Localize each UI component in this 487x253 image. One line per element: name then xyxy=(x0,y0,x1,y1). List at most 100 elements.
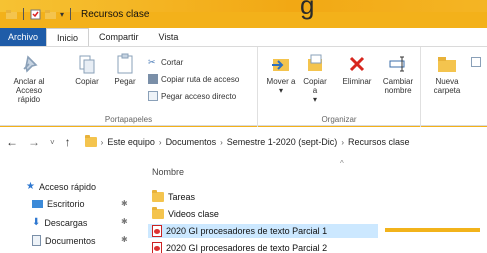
star-icon: ★ xyxy=(26,181,35,192)
move-to-button[interactable]: Mover a ▾ xyxy=(266,53,296,95)
sidebar-item-quick-access[interactable]: ★ Acceso rápido xyxy=(26,181,96,192)
chevron-down-icon: ▾ xyxy=(278,86,283,95)
sidebar-item-label: Descargas xyxy=(44,217,88,228)
cut-label: Cortar xyxy=(161,57,184,67)
new-folder-button[interactable]: Nueva carpeta xyxy=(429,53,465,95)
address-bar: ← → ˅ ↑ › Este equipo › Documentos › Sem… xyxy=(0,127,487,157)
copy-path-button[interactable]: Copiar ruta de acceso xyxy=(148,74,239,84)
paste-shortcut-button[interactable]: Pegar acceso directo xyxy=(148,91,236,101)
breadcrumb-item[interactable]: Recursos clase xyxy=(348,137,410,147)
file-explorer-window: ▾ Recursos clase Archivo Inicio Comparti… xyxy=(0,0,487,253)
quick-access-toolbar: ▾ Recursos clase xyxy=(6,8,149,20)
list-item[interactable]: Videos clase xyxy=(152,207,219,221)
new-folder-icon xyxy=(438,57,456,72)
desktop-icon xyxy=(32,200,43,208)
sidebar-item-label: Documentos xyxy=(45,235,96,246)
ribbon-tabs: Archivo Inicio Compartir Vista xyxy=(0,28,487,46)
new-item-icon xyxy=(471,57,481,67)
title-bar: ▾ Recursos clase xyxy=(0,0,487,28)
rename-icon xyxy=(389,56,405,72)
window-title: Recursos clase xyxy=(81,8,150,20)
breadcrumb[interactable]: › Este equipo › Documentos › Semestre 1-… xyxy=(84,135,410,147)
rename-label: Cambiar nombre xyxy=(382,77,414,95)
chevron-down-icon: ▾ xyxy=(312,95,317,104)
folder-icon xyxy=(84,135,97,147)
move-to-label: Mover a xyxy=(266,77,296,86)
breadcrumb-item[interactable]: Documentos xyxy=(166,137,217,147)
item-name: 2020 GI procesadores de texto Parcial 2 xyxy=(166,243,328,253)
organize-group: Mover a ▾ Copiar a ▾ Eliminar Cambiar no… xyxy=(258,47,421,127)
column-header-name[interactable]: Nombre xyxy=(152,167,184,177)
copy-path-icon xyxy=(148,74,158,84)
item-name: Videos clase xyxy=(168,209,219,219)
breadcrumb-item[interactable]: Este equipo xyxy=(107,137,155,147)
delete-label: Eliminar xyxy=(342,77,372,86)
pin-quick-access-label: Anclar al Acceso rápido xyxy=(13,77,45,104)
new-folder-label: Nueva carpeta xyxy=(433,77,461,95)
list-item[interactable]: 2020 GI procesadores de texto Parcial 2 xyxy=(152,241,327,253)
copy-to-icon xyxy=(308,54,322,71)
sidebar-item-label: Escritorio xyxy=(47,199,85,209)
new-folder-icon[interactable] xyxy=(45,9,56,20)
pdf-icon xyxy=(152,242,162,253)
paste-icon xyxy=(117,53,133,74)
forward-arrow-icon[interactable]: → xyxy=(28,135,40,149)
pin-icon: ✱ xyxy=(121,199,128,208)
clipboard-group-label: Portapapeles xyxy=(104,115,153,124)
download-icon: ⬇ xyxy=(32,217,41,228)
list-item[interactable]: Tareas xyxy=(152,190,195,204)
chevron-right-icon: › xyxy=(220,137,223,147)
tab-archivo[interactable]: Archivo xyxy=(0,28,47,46)
recent-locations-icon[interactable]: ˅ xyxy=(50,138,55,147)
sidebar-item-descargas[interactable]: ⬇ Descargas xyxy=(32,217,87,228)
pin-icon: ✱ xyxy=(121,235,128,244)
tab-vista[interactable]: Vista xyxy=(149,28,189,46)
organize-group-label: Organizar xyxy=(321,115,357,124)
delete-icon xyxy=(349,56,365,72)
copy-button[interactable]: Copiar xyxy=(70,53,104,86)
annotation-highlight-bar xyxy=(385,228,480,232)
folder-icon xyxy=(6,9,17,20)
new-item-button[interactable] xyxy=(471,57,481,67)
cut-button[interactable]: ✂ Cortar xyxy=(148,57,183,67)
chevron-right-icon: › xyxy=(341,137,344,147)
copy-path-label: Copiar ruta de acceso xyxy=(161,74,240,84)
chevron-right-icon: › xyxy=(158,137,162,147)
separator xyxy=(23,8,24,20)
customize-dropdown-icon[interactable]: ▾ xyxy=(60,10,64,19)
paste-label: Pegar xyxy=(114,77,136,86)
tab-compartir[interactable]: Compartir xyxy=(89,28,149,46)
sidebar-item-documentos[interactable]: Documentos xyxy=(32,235,96,246)
scissors-icon: ✂ xyxy=(148,57,156,67)
pin-quick-access-button[interactable]: Anclar al Acceso rápido xyxy=(4,53,54,104)
pin-icon xyxy=(23,55,38,73)
item-name: Tareas xyxy=(168,192,196,202)
tab-inicio[interactable]: Inicio xyxy=(46,28,90,46)
folder-icon xyxy=(152,190,164,202)
file-list: ^ Nombre Tareas Videos clase 2020 GI pro… xyxy=(140,157,487,253)
move-to-icon xyxy=(272,59,289,71)
breadcrumb-item[interactable]: Semestre 1-2020 (sept-Dic) xyxy=(227,137,338,147)
paste-button[interactable]: Pegar xyxy=(108,53,142,86)
copy-to-label: Copiar a xyxy=(303,77,327,95)
copy-icon xyxy=(79,55,95,74)
up-arrow-icon[interactable]: ↑ xyxy=(65,135,71,149)
chevron-right-icon: › xyxy=(100,137,104,147)
folder-icon xyxy=(152,207,164,219)
sidebar-item-escritorio[interactable]: Escritorio xyxy=(32,199,85,209)
sidebar-item-label: Acceso rápido xyxy=(38,181,97,192)
paste-shortcut-icon xyxy=(148,91,158,101)
separator xyxy=(70,8,72,20)
back-arrow-icon[interactable]: ← xyxy=(6,135,18,149)
paste-shortcut-label: Pegar acceso directo xyxy=(161,91,237,101)
navigation-pane: ★ Acceso rápido Escritorio ✱ ⬇ Descargas… xyxy=(0,157,140,253)
copy-label: Copiar xyxy=(75,77,99,86)
delete-button[interactable]: Eliminar xyxy=(338,53,376,86)
new-group: Nueva carpeta xyxy=(421,47,487,127)
properties-icon[interactable] xyxy=(30,9,41,20)
ribbon: Anclar al Acceso rápido Copiar Pegar ✂ C… xyxy=(0,46,487,127)
rename-button[interactable]: Cambiar nombre xyxy=(378,53,418,95)
clipboard-group: Anclar al Acceso rápido Copiar Pegar ✂ C… xyxy=(0,47,258,127)
list-item-selected[interactable]: 2020 GI procesadores de texto Parcial 1 xyxy=(148,224,378,238)
copy-to-button[interactable]: Copiar a ▾ xyxy=(300,53,330,104)
